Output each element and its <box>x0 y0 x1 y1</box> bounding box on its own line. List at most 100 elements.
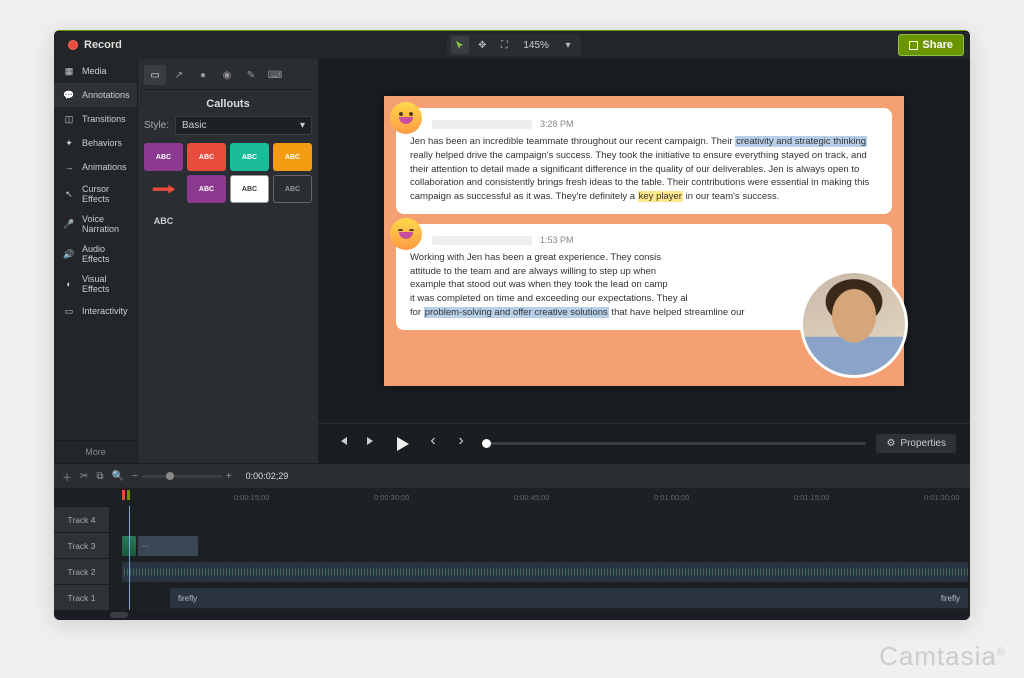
callout-rect-white[interactable]: ABC <box>230 175 269 203</box>
sidebar-item-label: Annotations <box>82 90 130 100</box>
track-row-3: Track 3 ··· <box>54 532 970 558</box>
tab-keystroke-icon[interactable]: ⌨ <box>264 65 286 85</box>
timeline-zoom: − + <box>132 471 232 482</box>
crop-tool-icon[interactable]: ⛶ <box>495 36 513 54</box>
zoom-in-icon[interactable]: + <box>226 471 232 482</box>
record-button[interactable]: Record <box>60 36 130 54</box>
track-label[interactable]: Track 2 <box>54 559 110 584</box>
sidebar-item-voice-narration[interactable]: 🎤 Voice Narration <box>54 209 137 239</box>
interactivity-icon: ▭ <box>62 304 76 318</box>
tool-tabs: ▭ ↗ ● ◉ ✎ ⌨ <box>144 65 312 90</box>
style-value: Basic <box>182 120 206 131</box>
waveform <box>122 562 968 582</box>
magnify-icon[interactable]: 🔍 <box>112 471 124 482</box>
track-label[interactable]: Track 3 <box>54 533 110 558</box>
timeline-ruler[interactable]: 0:00:15;00 0:00:30;00 0:00:45;00 0:01:00… <box>54 488 970 506</box>
sidebar: ▦ Media 💬 Annotations ◫ Transitions ✦ Be… <box>54 59 138 463</box>
callouts-heading: Callouts <box>144 98 312 110</box>
mic-icon: 🎤 <box>62 217 76 231</box>
zoom-level[interactable]: 145% <box>517 40 555 51</box>
annotation-clip[interactable]: ··· <box>138 536 198 556</box>
media-clip[interactable]: firefly firefly <box>170 588 968 608</box>
timeline-scrollbar[interactable] <box>54 610 970 620</box>
properties-button[interactable]: ⚙ Properties <box>876 434 956 453</box>
canvas-tool-group: ✥ ⛶ 145% ▾ <box>447 34 581 56</box>
track-label[interactable]: Track 1 <box>54 585 110 610</box>
properties-label: Properties <box>900 438 946 449</box>
sidebar-item-interactivity[interactable]: ▭ Interactivity <box>54 299 137 323</box>
callout-rect-outline[interactable]: ABC <box>273 175 312 203</box>
play-button[interactable] <box>388 430 416 458</box>
sidebar-item-label: Interactivity <box>82 306 128 316</box>
tool-panel: ▭ ↗ ● ◉ ✎ ⌨ Callouts Style: Basic ▾ ABC … <box>138 59 318 463</box>
video-preview: 3:28 PM Jen has been an incredible teamm… <box>384 96 904 386</box>
sidebar-item-behaviors[interactable]: ✦ Behaviors <box>54 131 137 155</box>
callout-thought-orange[interactable]: ABC <box>273 143 312 171</box>
record-icon <box>68 40 78 50</box>
copy-icon[interactable]: ⧉ <box>96 471 103 482</box>
callout-arrow-red[interactable] <box>144 175 183 203</box>
zoom-dropdown-icon[interactable]: ▾ <box>559 36 577 54</box>
prev-frame-button[interactable] <box>332 430 354 452</box>
middle-area: ▦ Media 💬 Annotations ◫ Transitions ✦ Be… <box>54 59 970 463</box>
sidebar-item-animations[interactable]: → Animations <box>54 155 137 179</box>
zoom-out-icon[interactable]: − <box>132 471 138 482</box>
track-row-1: Track 1 firefly firefly <box>54 584 970 610</box>
playhead-handle[interactable] <box>122 488 136 502</box>
callout-thought-teal[interactable]: ABC <box>230 143 269 171</box>
cursor-icon: ↖ <box>62 187 76 201</box>
highlight-blue: problem-solving and offer creative solut… <box>424 307 609 318</box>
transitions-icon: ◫ <box>62 112 76 126</box>
scrubber[interactable] <box>482 442 866 445</box>
current-time: 0:00:02;29 <box>246 471 289 481</box>
audio-clip[interactable] <box>122 562 968 582</box>
next-marker-button[interactable]: › <box>450 430 472 452</box>
highlight-blue: creativity and strategic thinking <box>735 136 867 147</box>
tab-blur-icon[interactable]: ◉ <box>216 65 238 85</box>
canvas-viewport[interactable]: 3:28 PM Jen has been an incredible teamm… <box>318 59 970 423</box>
zoom-slider-thumb[interactable] <box>166 472 174 480</box>
media-icon: ▦ <box>62 64 76 78</box>
callout-arrow-purple[interactable]: ABC <box>187 175 226 203</box>
track-lane[interactable]: ··· <box>110 533 970 558</box>
next-frame-button[interactable] <box>360 430 382 452</box>
scrubber-thumb[interactable] <box>482 439 491 448</box>
sidebar-item-transitions[interactable]: ◫ Transitions <box>54 107 137 131</box>
top-toolbar: Record ✥ ⛶ 145% ▾ Share <box>54 31 970 59</box>
callout-speech-red[interactable]: ABC <box>187 143 226 171</box>
timestamp: 1:53 PM <box>540 234 574 247</box>
callout-grid: ABC ABC ABC ABC ABC ABC ABC ABC <box>144 143 312 235</box>
msg-text: it was completed on time and exceeding o… <box>410 293 688 304</box>
sidebar-item-label: Visual Effects <box>82 274 129 294</box>
tab-arrows-icon[interactable]: ↗ <box>168 65 190 85</box>
hand-tool-icon[interactable]: ✥ <box>473 36 491 54</box>
sidebar-more[interactable]: More <box>54 440 137 463</box>
name-redacted <box>432 120 532 129</box>
track-lane[interactable] <box>110 559 970 584</box>
sidebar-item-audio-effects[interactable]: 🔊 Audio Effects <box>54 239 137 269</box>
callout-text[interactable]: ABC <box>144 207 183 235</box>
ruler-tick: 0:00:15;00 <box>234 493 269 502</box>
sidebar-item-visual-effects[interactable]: ◐ Visual Effects <box>54 269 137 299</box>
callout-speech-purple[interactable]: ABC <box>144 143 183 171</box>
track-lane[interactable]: firefly firefly <box>110 585 970 610</box>
prev-marker-button[interactable]: ‹ <box>422 430 444 452</box>
share-button[interactable]: Share <box>898 34 964 56</box>
tab-sketch-icon[interactable]: ✎ <box>240 65 262 85</box>
scrollbar-thumb[interactable] <box>110 612 128 618</box>
style-select[interactable]: Basic ▾ <box>175 116 312 135</box>
msg-text: for <box>410 307 424 318</box>
track-lane[interactable] <box>110 507 970 532</box>
cut-icon[interactable]: ✂ <box>80 471 88 482</box>
track-label[interactable]: Track 4 <box>54 507 110 532</box>
sidebar-item-annotations[interactable]: 💬 Annotations <box>54 83 137 107</box>
sidebar-item-media[interactable]: ▦ Media <box>54 59 137 83</box>
track-row-2: Track 2 <box>54 558 970 584</box>
tab-callouts-icon[interactable]: ▭ <box>144 65 166 85</box>
emoji-laugh-icon <box>390 218 422 250</box>
zoom-slider[interactable] <box>142 475 222 478</box>
add-track-icon[interactable]: ＋ <box>62 469 72 484</box>
sidebar-item-cursor-effects[interactable]: ↖ Cursor Effects <box>54 179 137 209</box>
tab-shapes-icon[interactable]: ● <box>192 65 214 85</box>
select-tool-icon[interactable] <box>451 36 469 54</box>
